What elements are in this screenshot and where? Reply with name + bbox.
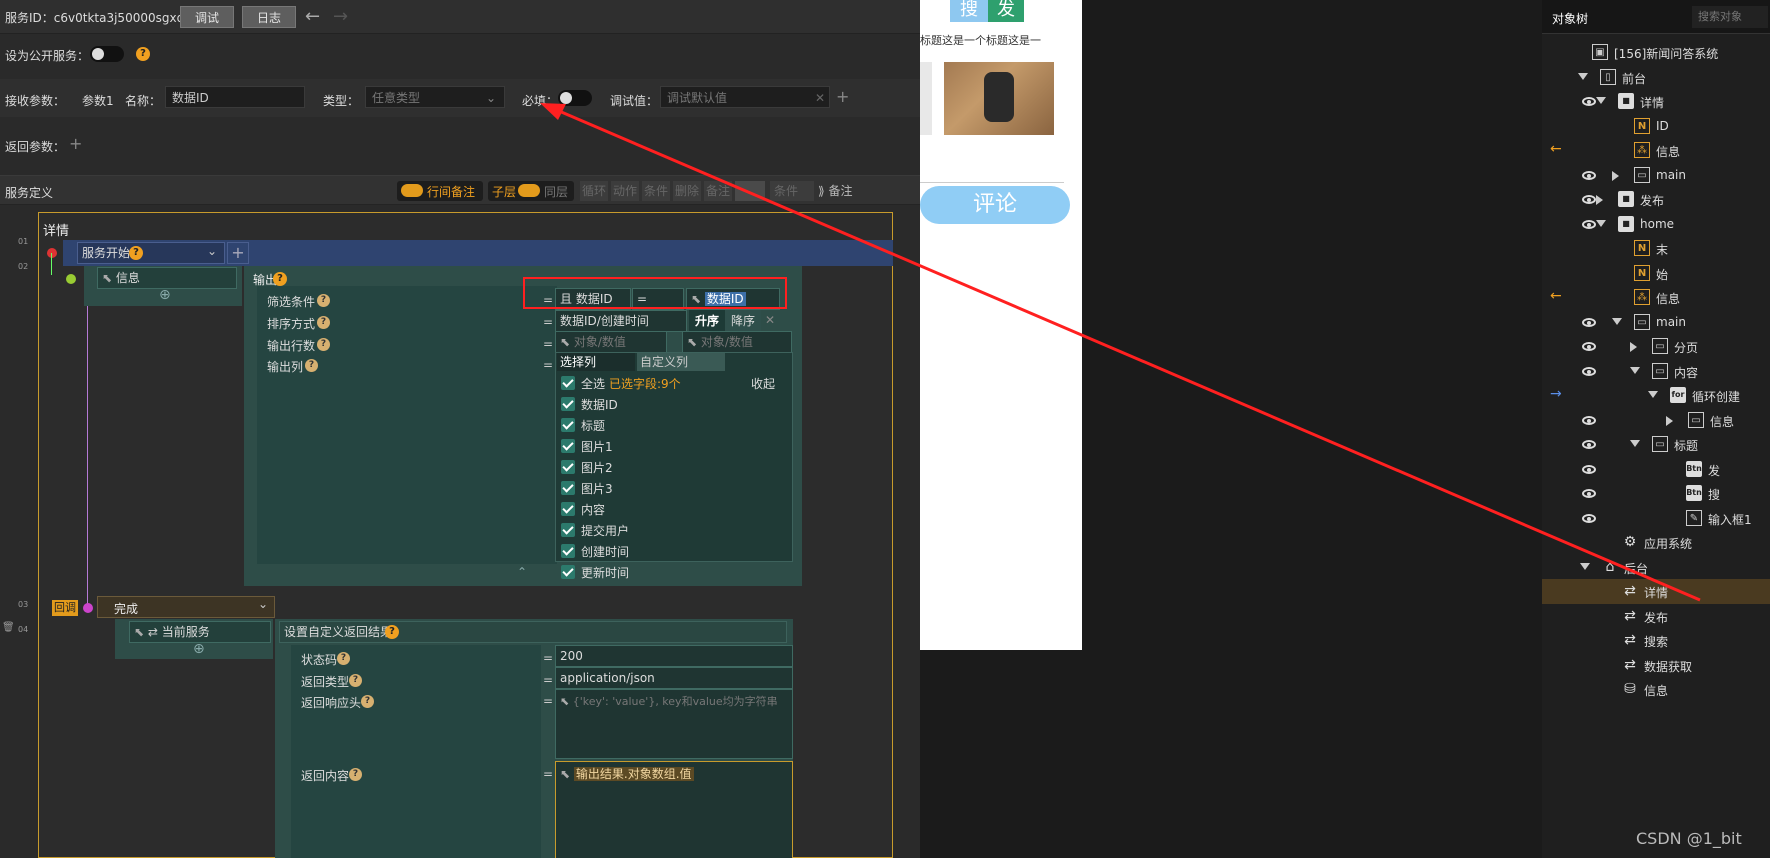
arrow-line [551,106,1701,602]
arrow-head [540,103,566,120]
watermark: CSDN @1_bit [1636,829,1742,848]
annotation-arrow [540,103,1701,602]
